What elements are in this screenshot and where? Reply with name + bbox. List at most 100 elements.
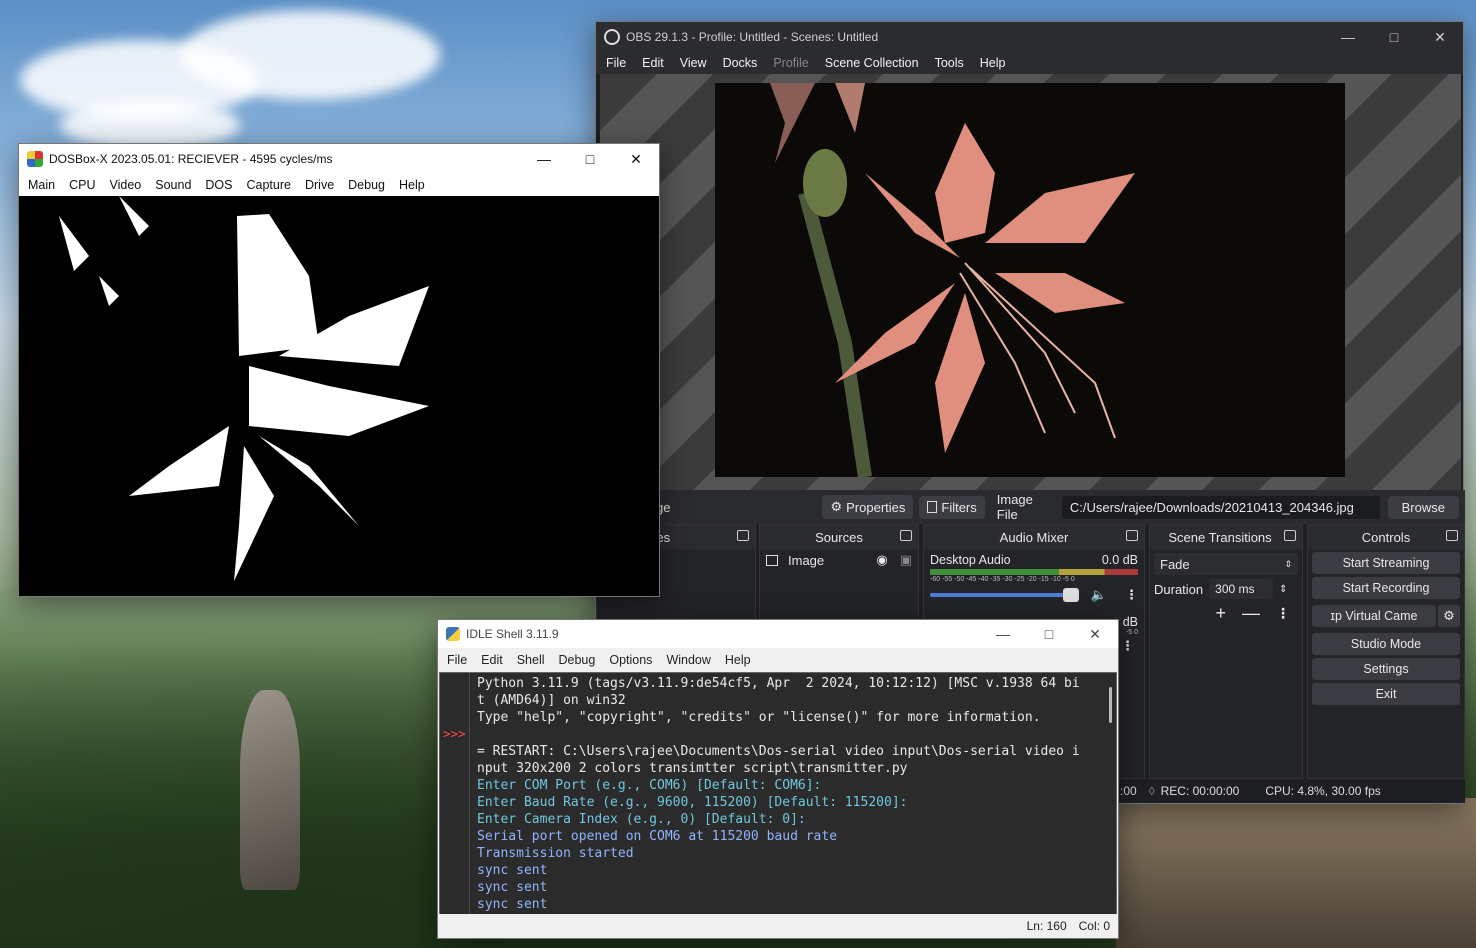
shell-line: Serial port opened on COM6 at 115200 bau… bbox=[477, 829, 838, 844]
shell-line: nput 320x200 2 colors transimtter script… bbox=[477, 761, 908, 776]
gear-icon[interactable]: ⚙ bbox=[1438, 605, 1460, 627]
shell-text[interactable]: Python 3.11.9 (tags/v3.11.9:de54cf5, Apr… bbox=[477, 675, 1101, 913]
menu-file[interactable]: File bbox=[598, 56, 634, 70]
volume-slider[interactable] bbox=[930, 588, 1079, 602]
sources-dock-header: Sources bbox=[760, 525, 918, 549]
menu-shell[interactable]: Shell bbox=[510, 653, 552, 667]
scrollbar[interactable] bbox=[1109, 687, 1112, 723]
menu-help[interactable]: Help bbox=[718, 653, 758, 667]
duration-stepper[interactable]: ⇕ bbox=[1279, 584, 1287, 595]
float-icon[interactable] bbox=[737, 530, 749, 541]
obs-titlebar[interactable]: OBS 29.1.3 - Profile: Untitled - Scenes:… bbox=[596, 22, 1463, 52]
live-time-fragment: :00 bbox=[1120, 784, 1137, 798]
browse-button[interactable]: Browse bbox=[1387, 495, 1459, 519]
preview-canvas[interactable] bbox=[715, 83, 1345, 477]
eye-icon[interactable]: ◉ bbox=[876, 552, 887, 568]
shell-line: Transmission started bbox=[477, 846, 634, 861]
menu-capture[interactable]: Capture bbox=[240, 178, 298, 192]
line-number: Ln: 160 bbox=[1026, 919, 1067, 933]
menu-help[interactable]: Help bbox=[392, 178, 432, 192]
maximize-icon[interactable]: □ bbox=[1026, 619, 1072, 649]
scene-transitions-dock: Scene Transitions Fade ⇕ Duration 300 ms… bbox=[1149, 524, 1303, 779]
menu-file[interactable]: File bbox=[440, 653, 474, 667]
menu-docks[interactable]: Docks bbox=[715, 56, 766, 70]
menu-window[interactable]: Window bbox=[659, 653, 717, 667]
menu-main[interactable]: Main bbox=[21, 178, 62, 192]
bw-flower-image bbox=[19, 196, 659, 596]
float-icon[interactable] bbox=[1126, 530, 1138, 541]
menu-view[interactable]: View bbox=[672, 56, 715, 70]
duration-label: Duration bbox=[1154, 581, 1204, 597]
prompt-gutter bbox=[440, 673, 470, 914]
minus-icon[interactable]: — bbox=[1242, 603, 1260, 624]
transition-select[interactable]: Fade ⇕ bbox=[1154, 553, 1298, 575]
idle-logo-icon bbox=[446, 627, 460, 641]
menu-drive[interactable]: Drive bbox=[298, 178, 341, 192]
menu-help[interactable]: Help bbox=[972, 56, 1014, 70]
kebab-icon[interactable]: ⋮ bbox=[1276, 605, 1290, 622]
controls-dock: Controls Start Streaming Start Recording… bbox=[1307, 524, 1465, 779]
filters-button[interactable]: Filters bbox=[919, 495, 985, 519]
start-streaming-button[interactable]: Start Streaming bbox=[1312, 552, 1460, 574]
transition-value: Fade bbox=[1160, 556, 1190, 572]
shell-line: sync sent bbox=[477, 863, 548, 878]
dosbox-titlebar[interactable]: DOSBox-X 2023.05.01: RECIEVER - 4595 cyc… bbox=[19, 144, 659, 174]
chevron-updown-icon: ⇕ bbox=[1284, 558, 1292, 569]
rec-time: REC: 00:00:00 bbox=[1160, 784, 1240, 798]
menu-dos[interactable]: DOS bbox=[198, 178, 239, 192]
audio-level-2: dB bbox=[1122, 615, 1138, 629]
gear-icon: ⚙ bbox=[830, 499, 843, 514]
idle-titlebar[interactable]: IDLE Shell 3.11.9 — □ ✕ bbox=[438, 620, 1118, 648]
float-icon[interactable] bbox=[900, 530, 912, 541]
image-path-field[interactable]: C:/Users/rajee/Downloads/20210413_204346… bbox=[1061, 495, 1380, 519]
start-recording-button[interactable]: Start Recording bbox=[1312, 577, 1460, 599]
menu-edit[interactable]: Edit bbox=[474, 653, 510, 667]
menu-edit[interactable]: Edit bbox=[634, 56, 672, 70]
source-item-label: Image bbox=[788, 552, 825, 568]
menu-scene-collection[interactable]: Scene Collection bbox=[817, 56, 927, 70]
float-icon[interactable] bbox=[1284, 530, 1296, 541]
maximize-icon[interactable]: □ bbox=[567, 144, 613, 174]
preview-area[interactable] bbox=[600, 74, 1461, 509]
kebab-icon[interactable]: ⋮ bbox=[1125, 587, 1138, 603]
exit-button[interactable]: Exit bbox=[1312, 683, 1460, 705]
menu-debug[interactable]: Debug bbox=[341, 178, 392, 192]
settings-button[interactable]: Settings bbox=[1312, 658, 1460, 680]
filters-label: Filters bbox=[941, 499, 977, 515]
menu-tools[interactable]: Tools bbox=[927, 56, 972, 70]
sources-title: Sources bbox=[815, 529, 863, 545]
duration-field[interactable]: 300 ms bbox=[1209, 579, 1274, 599]
menu-profile[interactable]: Profile bbox=[765, 56, 816, 70]
menu-video[interactable]: Video bbox=[103, 178, 149, 192]
minimize-icon[interactable]: — bbox=[980, 619, 1026, 649]
menu-options[interactable]: Options bbox=[602, 653, 659, 667]
controls-header: Controls bbox=[1308, 525, 1464, 549]
plus-icon[interactable]: + bbox=[1215, 603, 1226, 624]
menu-cpu[interactable]: CPU bbox=[62, 178, 102, 192]
menu-debug[interactable]: Debug bbox=[552, 653, 603, 667]
speaker-icon[interactable]: 🔈 bbox=[1091, 587, 1107, 603]
virtual-camera-button[interactable]: ɪp Virtual Came bbox=[1312, 605, 1436, 627]
menu-sound[interactable]: Sound bbox=[148, 178, 198, 192]
close-icon[interactable]: ✕ bbox=[1072, 619, 1118, 649]
properties-button[interactable]: ⚙ Properties bbox=[822, 495, 914, 519]
close-icon[interactable]: ✕ bbox=[613, 144, 659, 174]
minimize-icon[interactable]: — bbox=[521, 144, 567, 174]
volume-slider-handle[interactable] bbox=[1062, 588, 1079, 602]
close-icon[interactable]: ✕ bbox=[1417, 22, 1463, 52]
maximize-icon[interactable]: □ bbox=[1371, 22, 1417, 52]
float-icon[interactable] bbox=[1446, 530, 1458, 541]
kebab-icon[interactable]: ⋮ bbox=[1121, 638, 1134, 654]
column-number: Col: 0 bbox=[1078, 919, 1110, 933]
scene-transitions-title: Scene Transitions bbox=[1168, 529, 1272, 545]
image-file-label: Image File bbox=[996, 492, 1033, 522]
source-item[interactable]: Image ◉ ▣ bbox=[760, 549, 918, 571]
dos-display[interactable] bbox=[19, 196, 659, 596]
idle-menubar: File Edit Shell Debug Options Window Hel… bbox=[438, 648, 1118, 672]
studio-mode-button[interactable]: Studio Mode bbox=[1312, 633, 1460, 655]
audio-mixer-header: Audio Mixer bbox=[924, 525, 1144, 549]
shell-line: Python 3.11.9 (tags/v3.11.9:de54cf5, Apr… bbox=[477, 676, 1080, 691]
shell-output[interactable]: >>> Python 3.11.9 (tags/v3.11.9:de54cf5,… bbox=[439, 672, 1117, 915]
minimize-icon[interactable]: — bbox=[1325, 22, 1371, 52]
lock-icon[interactable]: ▣ bbox=[900, 552, 912, 568]
